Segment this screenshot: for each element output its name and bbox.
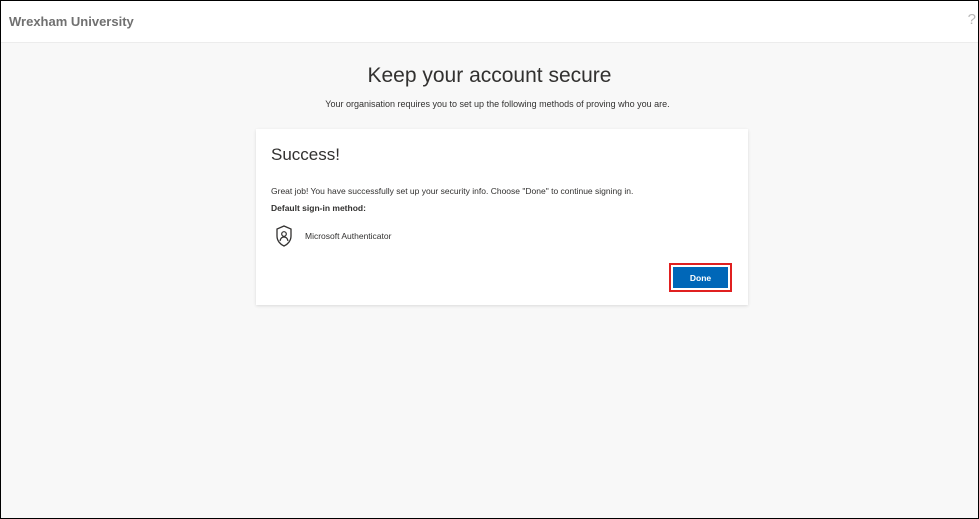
sign-in-method-row: Microsoft Authenticator bbox=[275, 224, 391, 248]
app-frame: Wrexham University ? Keep your account s… bbox=[0, 0, 979, 519]
top-bar: Wrexham University ? bbox=[1, 1, 978, 43]
card-title: Success! bbox=[271, 145, 340, 164]
done-button[interactable]: Done bbox=[673, 267, 728, 288]
method-label: Microsoft Authenticator bbox=[305, 231, 392, 241]
authenticator-icon bbox=[276, 225, 292, 247]
success-card: Success! Great job! You have successfull… bbox=[256, 129, 748, 305]
default-method-label: Default sign-in method: bbox=[271, 203, 366, 213]
success-message: Great job! You have successfully set up … bbox=[271, 186, 634, 196]
done-button-highlight: Done bbox=[669, 263, 732, 292]
page-subtitle: Your organisation requires you to set up… bbox=[325, 99, 670, 109]
org-name: Wrexham University bbox=[9, 14, 134, 29]
page-title: Keep your account secure bbox=[367, 64, 612, 87]
help-icon[interactable]: ? bbox=[968, 11, 976, 28]
